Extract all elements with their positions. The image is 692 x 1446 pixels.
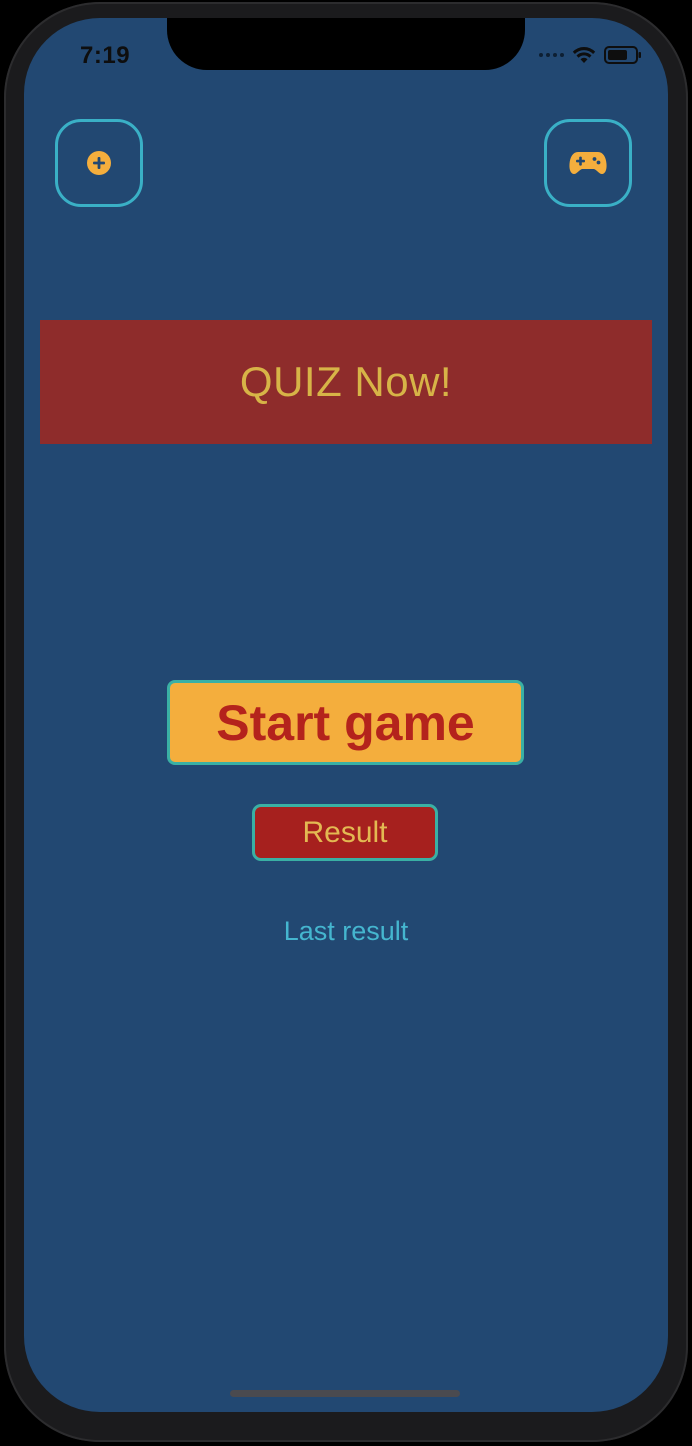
home-indicator[interactable]	[230, 1390, 460, 1397]
gamepad-icon	[569, 152, 607, 174]
game-menu-button[interactable]	[544, 119, 632, 207]
app-title: QUIZ Now!	[239, 358, 453, 405]
start-game-button[interactable]: Start game	[167, 680, 524, 765]
status-indicators	[539, 45, 642, 65]
result-button[interactable]: Result	[252, 804, 438, 861]
status-time: 7:19	[80, 42, 131, 69]
wifi-icon	[572, 47, 596, 63]
last-result-link[interactable]: Last result	[24, 916, 668, 947]
plus-circle-icon	[87, 151, 111, 175]
battery-icon	[604, 46, 641, 64]
app-screen: 7:19 QUIZ Now! Start game Result Last re…	[24, 18, 668, 1412]
quiz-title-banner: QUIZ Now!	[40, 320, 652, 444]
device-frame: 7:19 QUIZ Now! Start game Result Last re…	[0, 0, 692, 1446]
signal-icon	[539, 53, 564, 57]
result-label: Result	[302, 815, 388, 849]
add-question-button[interactable]	[55, 119, 143, 207]
start-game-label: Start game	[216, 694, 475, 751]
camera-notch	[167, 18, 525, 70]
